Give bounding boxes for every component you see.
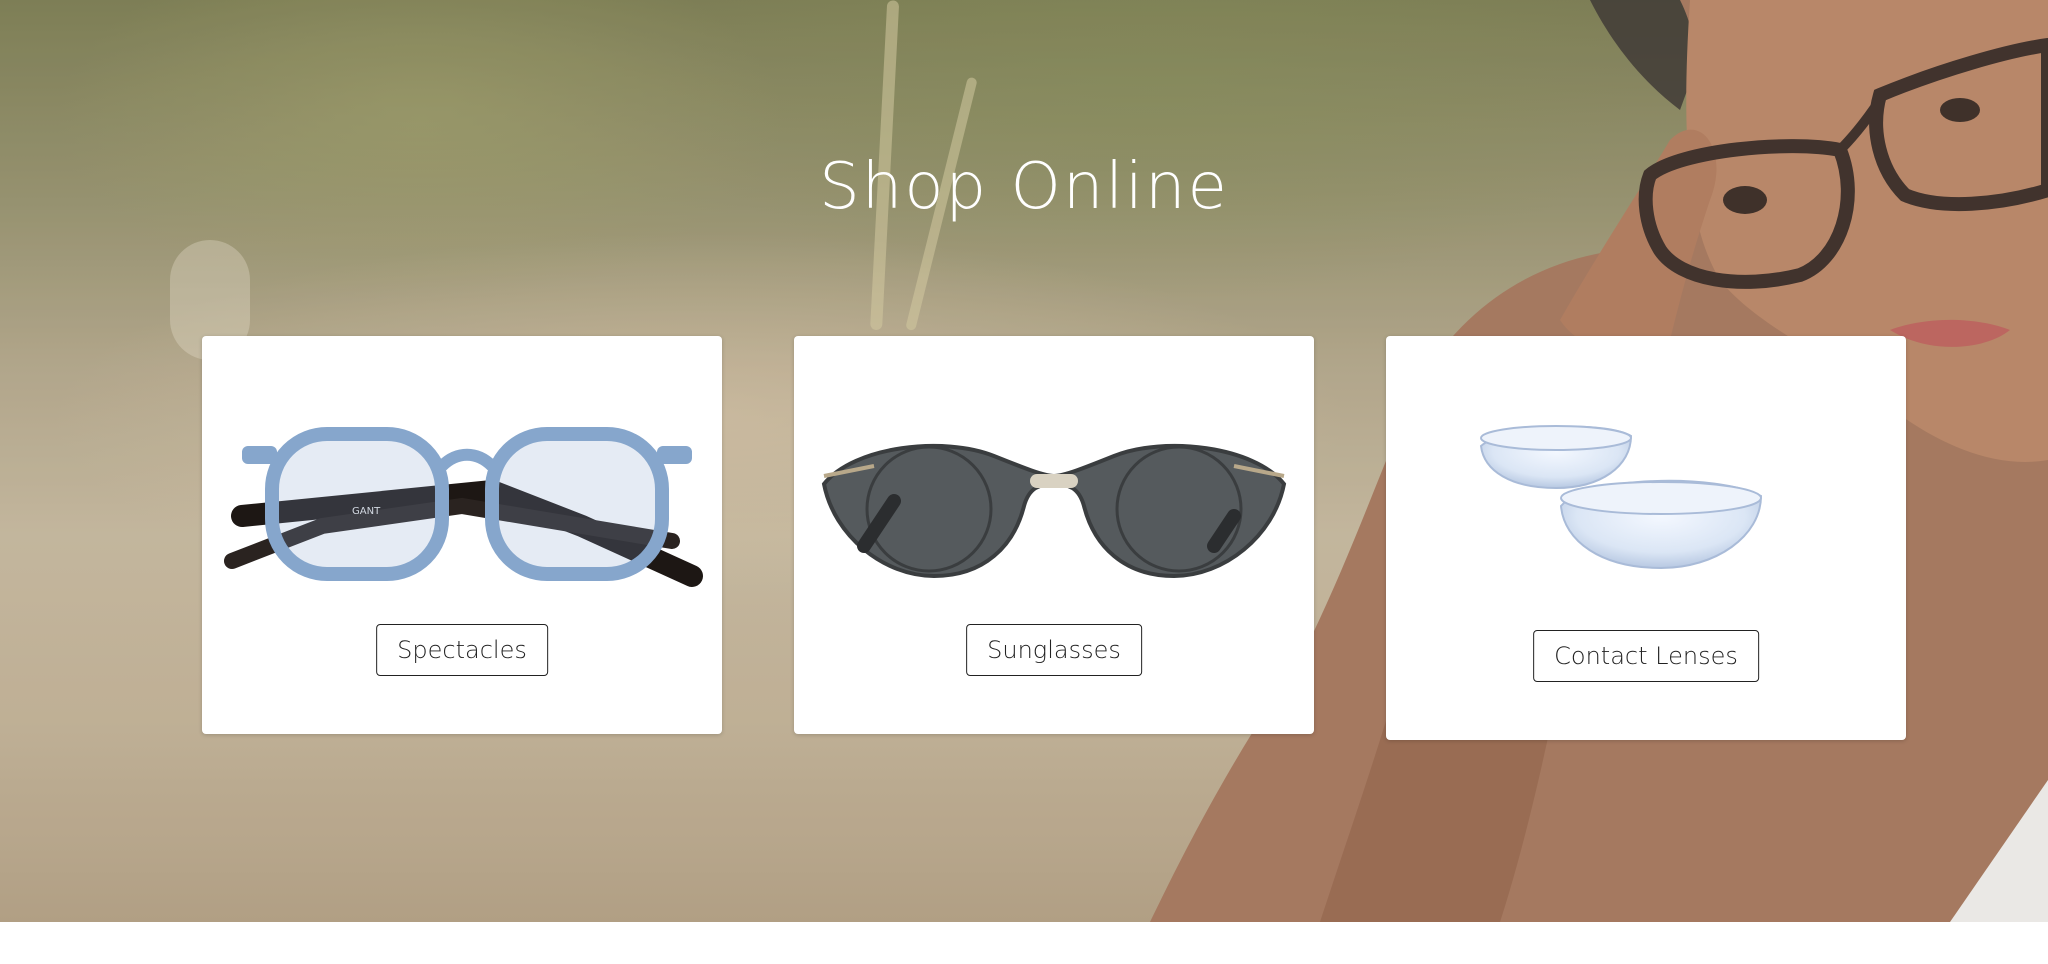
sunglasses-button[interactable]: Sunglasses <box>966 624 1142 676</box>
sunglasses-card[interactable]: Sunglasses <box>794 336 1314 734</box>
spectacles-card[interactable]: GANT Spectacles <box>202 336 722 734</box>
page-title: Shop Online <box>819 150 1229 224</box>
contact-lenses-card[interactable]: Contact Lenses <box>1386 336 1906 740</box>
blue-spectacles-icon: GANT <box>224 427 703 587</box>
contact-lenses-icon <box>1479 425 1763 570</box>
grey-sunglasses-icon <box>821 443 1287 579</box>
contact-lenses-button[interactable]: Contact Lenses <box>1533 630 1759 682</box>
spectacles-button[interactable]: Spectacles <box>376 624 548 676</box>
